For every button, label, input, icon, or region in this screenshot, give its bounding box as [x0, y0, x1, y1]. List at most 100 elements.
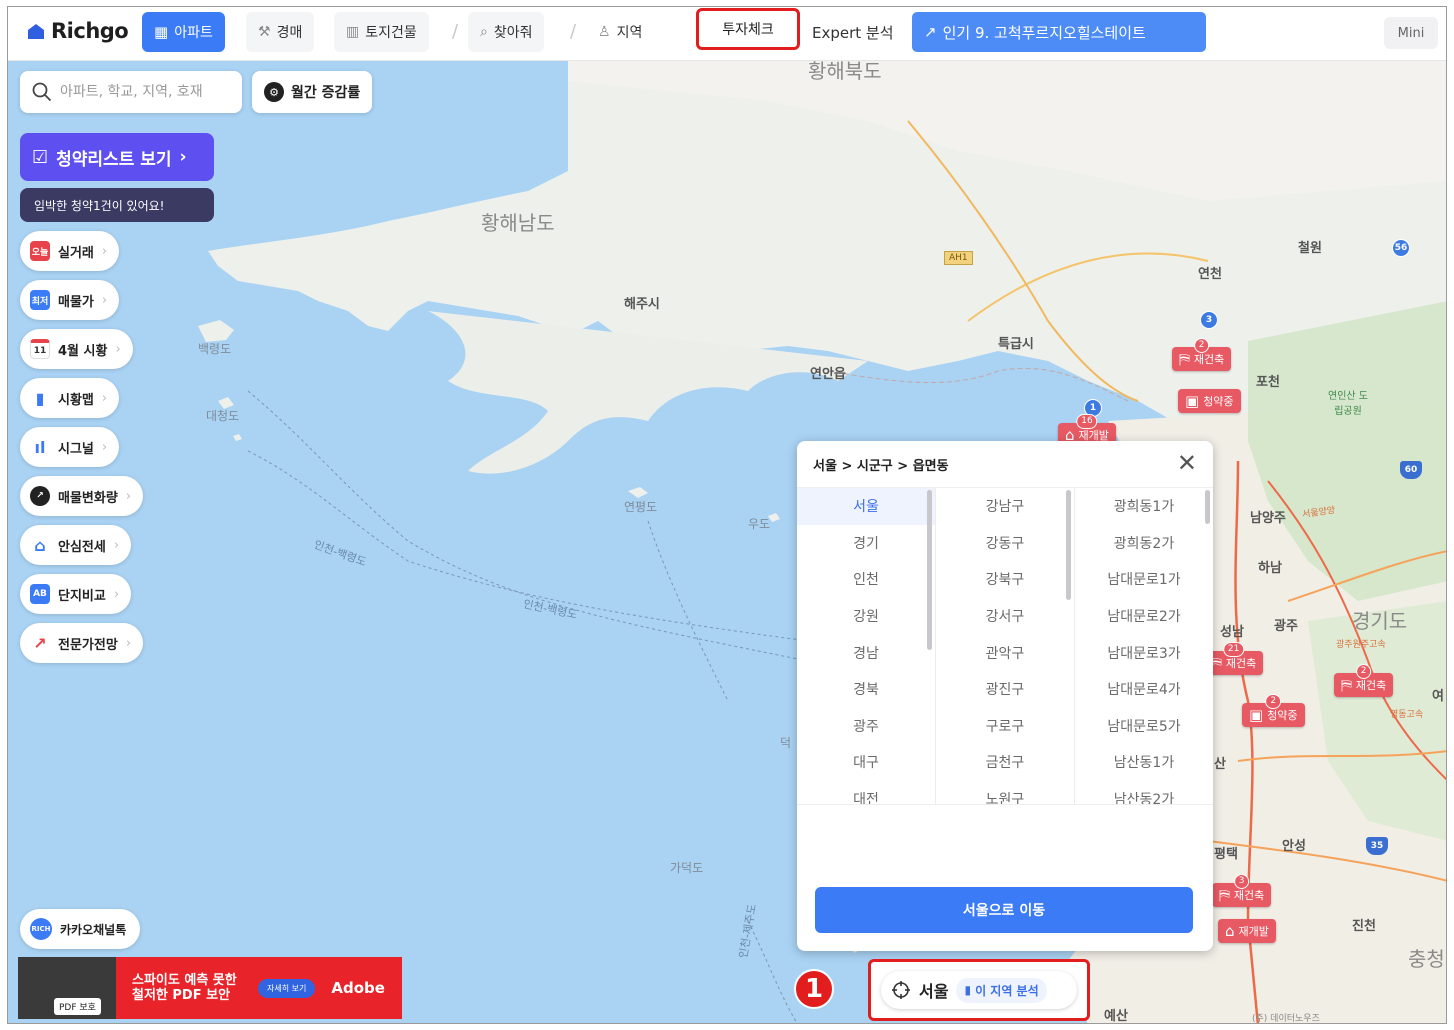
search-box[interactable] — [20, 71, 242, 113]
map-marker-rebuild[interactable]: 2 ⛿ 재건축 — [1172, 338, 1232, 371]
tab-region[interactable]: ♙ 지역 — [586, 12, 654, 52]
map-marker-subscription[interactable]: 2 ▣ 청약중 — [1242, 694, 1305, 727]
label-sa: 산 — [1214, 757, 1226, 772]
sigungu-column[interactable]: 강남구 강동구 강북구 강서구 관악구 광진구 구로구 금천구 노원구 — [936, 488, 1075, 804]
search-input[interactable] — [60, 84, 228, 100]
sidebar-item-complex-compare[interactable]: AB 단지비교 › — [20, 574, 132, 614]
sido-column[interactable]: 서울 경기 인천 강원 경남 경북 광주 대구 대전 — [797, 488, 936, 804]
land-building-icon: ▥ — [346, 24, 360, 40]
label-pocheon: 포천 — [1256, 375, 1280, 390]
sido-option[interactable]: 인천 — [797, 561, 935, 598]
sidebar-item-monthly-market[interactable]: 11 4월 시황 › — [20, 329, 133, 369]
sidebar-item-market-map[interactable]: ▮ 시황맵 › — [20, 378, 120, 418]
dong-column[interactable]: 광희동1가 광희동2가 남대문로1가 남대문로2가 남대문로3가 남대문로4가 … — [1075, 488, 1213, 804]
sigungu-option[interactable]: 노원구 — [936, 781, 1074, 804]
sigungu-option[interactable]: 강동구 — [936, 525, 1074, 562]
ad-more-button[interactable]: 자세히 보기 — [258, 978, 316, 998]
tab-auction[interactable]: ⚒ 경매 — [246, 12, 315, 52]
marker-label: 재개발 — [1238, 925, 1269, 938]
sigungu-option[interactable]: 구로구 — [936, 708, 1074, 745]
sido-option[interactable]: 경기 — [797, 525, 935, 562]
region-analyze-button[interactable]: ▮ 이 지역 분석 — [956, 977, 1047, 1003]
scrollbar[interactable] — [1205, 490, 1210, 524]
rich-chat-icon: RICH — [30, 918, 52, 940]
region-analyze-label: 이 지역 분석 — [975, 983, 1039, 998]
region-bar[interactable]: 서울 ▮ 이 지역 분석 — [881, 971, 1077, 1009]
close-icon[interactable]: ✕ — [1177, 451, 1197, 475]
marker-label: 재건축 — [1193, 353, 1225, 366]
sido-option[interactable]: 서울 — [797, 488, 935, 525]
sidebar-item-label: 4월 시황 — [58, 343, 108, 359]
map-marker-rebuild[interactable]: 3 ⛿ 재건축 — [1212, 874, 1272, 907]
map-base — [8, 61, 1446, 1023]
dong-option[interactable]: 남대문로5가 — [1075, 708, 1213, 745]
ad-banner[interactable]: PDF 보호 스파이도 예측 못한 철저한 PDF 보안 자세히 보기 Adob… — [18, 957, 402, 1019]
dong-option[interactable]: 남대문로3가 — [1075, 634, 1213, 671]
dong-option[interactable]: 남산동2가 — [1075, 781, 1213, 804]
crosshair-icon[interactable] — [891, 980, 911, 1000]
map-canvas[interactable]: 황해남도 황해북도 해주시 백령도 대청도 연안읍 특급시 연평도 우도 인천-… — [8, 59, 1446, 1023]
sido-option[interactable]: 강원 — [797, 598, 935, 635]
route-3-shield: 3 — [1200, 311, 1218, 329]
sigungu-option[interactable]: 금천구 — [936, 744, 1074, 781]
scrollbar[interactable] — [1066, 490, 1071, 600]
tab-expert[interactable]: Expert 분석 — [800, 12, 906, 52]
sidebar-item-label: 시황맵 — [58, 392, 94, 408]
sidebar-item-safe-jeonse[interactable]: ⌂ 안심전세 › — [20, 525, 132, 565]
popular-ticker[interactable]: ↗ 인기 9. 고척푸르지오힐스테이트 — [912, 12, 1206, 52]
sigungu-option[interactable]: 광진구 — [936, 671, 1074, 708]
current-region-name[interactable]: 서울 — [919, 978, 948, 1002]
dong-option[interactable]: 남대문로1가 — [1075, 561, 1213, 598]
person-icon: ♙ — [598, 24, 611, 40]
sidebar-item-signal[interactable]: ıl 시그널 › — [20, 427, 120, 467]
search-icon: ⌕ — [480, 24, 488, 40]
dong-option[interactable]: 광희동2가 — [1075, 525, 1213, 562]
subscription-list-button[interactable]: ☑ 청약리스트 보기 › — [20, 133, 214, 181]
sido-option[interactable]: 경북 — [797, 671, 935, 708]
sido-option[interactable]: 대구 — [797, 744, 935, 781]
dong-option[interactable]: 남대문로2가 — [1075, 598, 1213, 635]
kakao-channel-button[interactable]: RICH 카카오채널톡 — [20, 909, 141, 949]
subscription-notice[interactable]: 임박한 청약1건이 있어요! — [20, 188, 214, 222]
tab-apartment[interactable]: ▦ 아파트 — [142, 12, 225, 52]
sidebar-item-listing-price[interactable]: 최저 매물가 › — [20, 280, 120, 320]
sigungu-option[interactable]: 강남구 — [936, 488, 1074, 525]
sido-option[interactable]: 광주 — [797, 708, 935, 745]
label-gaepung: 특급시 — [998, 337, 1034, 352]
move-to-region-button[interactable]: 서울으로 이동 — [815, 887, 1193, 933]
tab-invest-check[interactable]: 투자체크 — [696, 8, 800, 50]
ad-line1: 스파이도 예측 못한 — [132, 973, 237, 988]
sigungu-option[interactable]: 강서구 — [936, 598, 1074, 635]
dong-option[interactable]: 남산동1가 — [1075, 744, 1213, 781]
richgo-logo[interactable]: Richgo — [26, 19, 129, 43]
scrollbar[interactable] — [927, 490, 932, 650]
chevron-right-icon: › — [179, 147, 187, 167]
sigungu-option[interactable]: 관악구 — [936, 634, 1074, 671]
crane-icon: ⌂ — [1225, 921, 1235, 940]
region-breadcrumb: 서울 > 시군구 > 읍면동 — [813, 459, 949, 474]
marker-count: 2 — [1265, 694, 1282, 709]
map-marker-rebuild[interactable]: 2 ⛿ 재건축 — [1334, 664, 1394, 697]
sidebar-item-realdeal[interactable]: 오늘 실거래 › — [20, 231, 120, 271]
dong-option[interactable]: 광희동1가 — [1075, 488, 1213, 525]
tab-find[interactable]: ⌕ 찾아줘 — [468, 12, 545, 52]
signal-icon: ıl — [34, 437, 46, 457]
sido-option[interactable]: 경남 — [797, 634, 935, 671]
marker-label: 청약중 — [1267, 709, 1298, 722]
map-marker-subscription[interactable]: ▣ 청약중 — [1178, 389, 1241, 413]
popular-ticker-label: 인기 9. 고척푸르지오힐스테이트 — [942, 23, 1146, 42]
map-marker-redevelop[interactable]: ⌂ 재개발 — [1218, 919, 1276, 943]
sido-option[interactable]: 대전 — [797, 781, 935, 804]
route-60-shield: 60 — [1400, 461, 1422, 479]
gear-icon: ⚙ — [264, 82, 284, 102]
route-56-shield: 56 — [1392, 239, 1410, 257]
sidebar-item-listing-change[interactable]: ↗ 매물변화량 › — [20, 476, 144, 516]
mini-button[interactable]: Mini — [1384, 17, 1438, 49]
monthly-change-button[interactable]: ⚙ 월간 증감률 — [252, 71, 373, 113]
sidebar-item-expert-outlook[interactable]: ↗ 전문가전망 › — [20, 623, 144, 663]
tab-auction-label: 경매 — [276, 25, 303, 41]
dong-option[interactable]: 남대문로4가 — [1075, 671, 1213, 708]
chevron-right-icon: › — [101, 243, 108, 259]
sigungu-option[interactable]: 강북구 — [936, 561, 1074, 598]
tab-land[interactable]: ▥ 토지건물 — [334, 12, 429, 52]
